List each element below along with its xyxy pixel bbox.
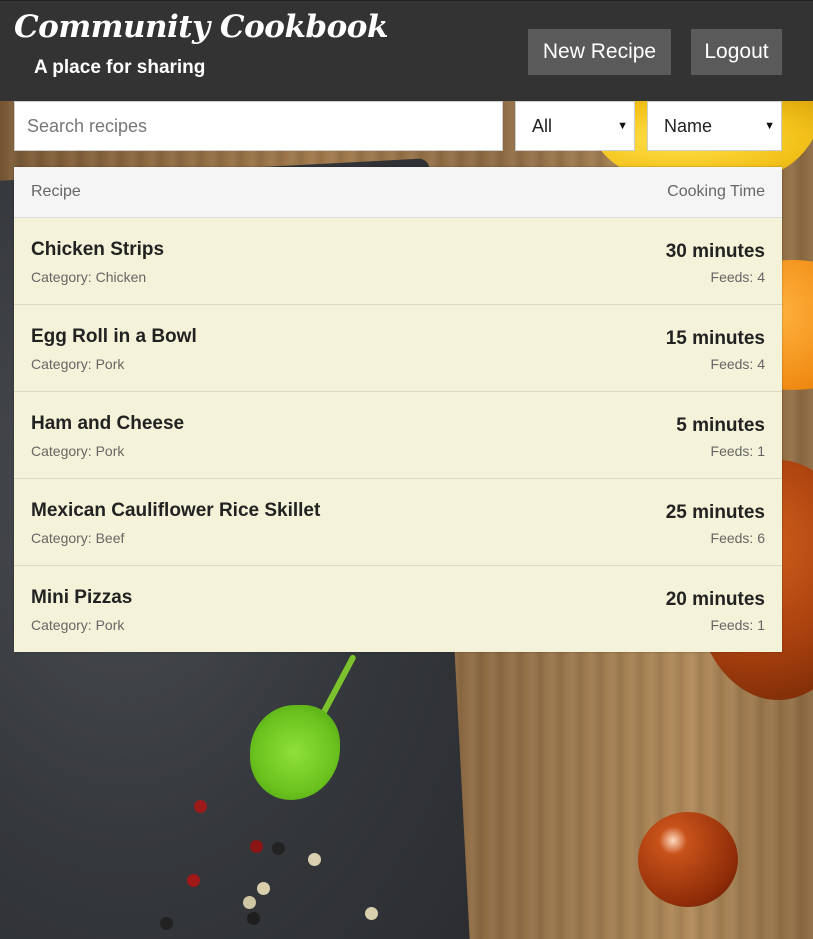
recipe-feeds: Feeds: 4 [710, 269, 765, 285]
recipe-row[interactable]: Chicken Strips Category: Chicken 30 minu… [14, 218, 782, 305]
logout-button[interactable]: Logout [691, 29, 782, 75]
recipe-row[interactable]: Mini Pizzas Category: Pork 20 minutes Fe… [14, 566, 782, 652]
peppercorn [160, 917, 173, 930]
sort-select[interactable]: Name ▼ [647, 101, 782, 151]
recipe-name: Ham and Cheese [31, 413, 185, 434]
peppercorn [243, 896, 256, 909]
recipe-row[interactable]: Egg Roll in a Bowl Category: Pork 15 min… [14, 305, 782, 392]
recipe-feeds: Feeds: 1 [710, 443, 765, 459]
caret-down-icon: ▼ [764, 120, 775, 132]
category-select-value: All [532, 116, 553, 136]
recipe-category: Category: Pork [31, 443, 125, 459]
recipe-name: Egg Roll in a Bowl [31, 326, 197, 347]
search-input[interactable] [14, 101, 503, 151]
recipe-name: Mini Pizzas [31, 587, 133, 608]
recipe-row[interactable]: Ham and Cheese Category: Pork 5 minutes … [14, 392, 782, 479]
peppercorn [187, 874, 200, 887]
peppercorn [272, 842, 285, 855]
new-recipe-button[interactable]: New Recipe [528, 29, 671, 75]
recipe-cooking-time: 30 minutes [665, 241, 765, 262]
app-header: Community Cookbook A place for sharing N… [0, 0, 813, 101]
caret-down-icon: ▼ [617, 120, 628, 132]
recipe-category: Category: Beef [31, 530, 125, 546]
peppercorn [257, 882, 270, 895]
app-subtitle: A place for sharing [34, 57, 206, 78]
peppercorn [365, 907, 378, 920]
sort-select-value: Name [664, 116, 713, 136]
recipe-category: Category: Pork [31, 617, 125, 633]
recipe-feeds: Feeds: 4 [710, 356, 765, 372]
recipe-cooking-time: 15 minutes [665, 328, 765, 349]
recipe-category: Category: Pork [31, 356, 125, 372]
recipe-cooking-time: 20 minutes [665, 589, 765, 610]
recipe-name: Mexican Cauliflower Rice Skillet [31, 500, 321, 521]
table-header: Recipe Cooking Time [14, 167, 782, 218]
recipe-row[interactable]: Mexican Cauliflower Rice Skillet Categor… [14, 479, 782, 566]
recipe-feeds: Feeds: 1 [710, 617, 765, 633]
column-header-cooking-time: Cooking Time [667, 183, 765, 200]
column-header-recipe: Recipe [31, 183, 81, 200]
peppercorn [194, 800, 207, 813]
recipe-cooking-time: 5 minutes [676, 415, 765, 436]
cherry-tomato-image [638, 812, 738, 907]
recipe-category: Category: Chicken [31, 269, 147, 285]
recipe-feeds: Feeds: 6 [710, 530, 765, 546]
peppercorn [247, 912, 260, 925]
peppercorn [250, 840, 263, 853]
peppercorn [308, 853, 321, 866]
recipe-cooking-time: 25 minutes [665, 502, 765, 523]
recipe-table: Recipe Cooking Time Chicken Strips Categ… [14, 167, 782, 652]
category-select[interactable]: All ▼ [515, 101, 635, 151]
recipe-name: Chicken Strips [31, 239, 165, 260]
app-title: Community Cookbook [14, 9, 388, 45]
